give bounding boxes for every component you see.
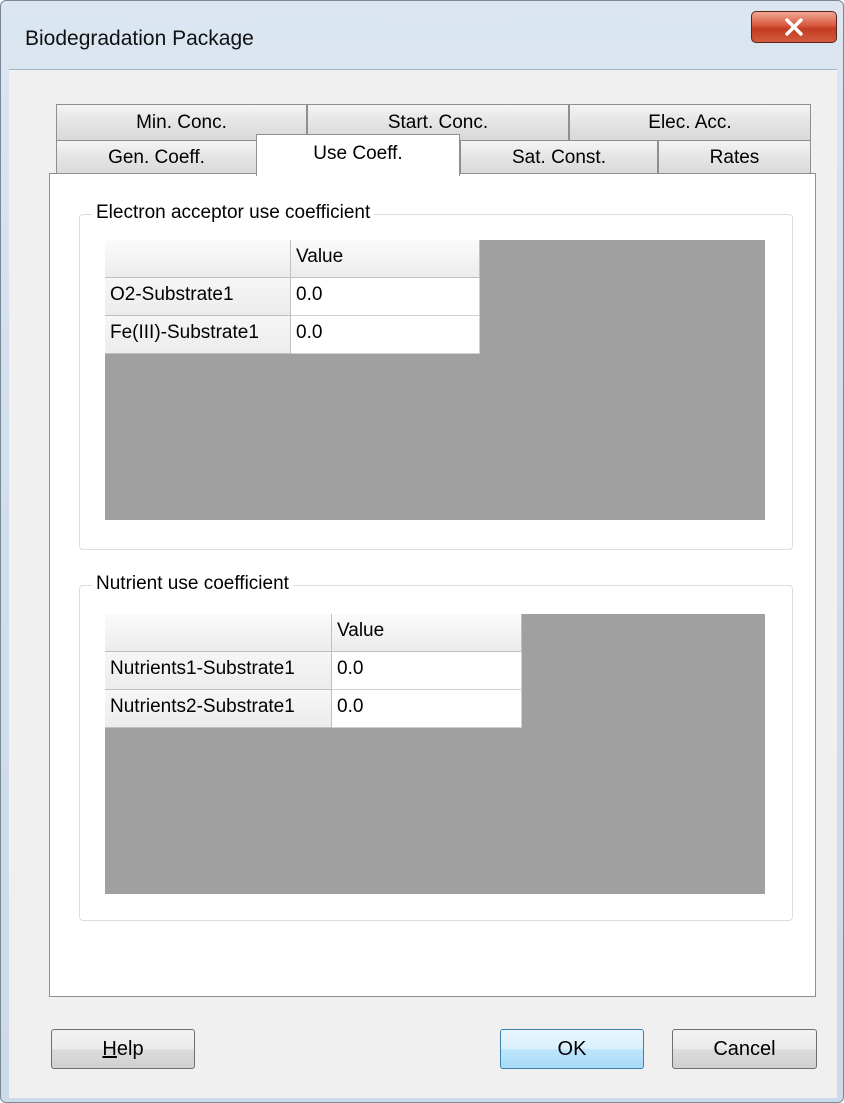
value-cell-nutrients2-substrate1[interactable]: 0.0 (332, 690, 522, 728)
row-header-nutrients2-substrate1[interactable]: Nutrients2-Substrate1 (105, 690, 332, 728)
tab-elec-acc[interactable]: Elec. Acc. (569, 104, 811, 140)
value-cell-nutrients1-substrate1[interactable]: 0.0 (332, 652, 522, 690)
row-header-o2-substrate1[interactable]: O2-Substrate1 (105, 278, 291, 316)
tab-use-coeff[interactable]: Use Coeff. (256, 134, 460, 176)
row-header-nutrients1-substrate1[interactable]: Nutrients1-Substrate1 (105, 652, 332, 690)
tab-gen-coeff[interactable]: Gen. Coeff. (56, 140, 257, 175)
window-title: Biodegradation Package (25, 27, 254, 50)
grid-corner-header (105, 240, 291, 278)
cancel-button[interactable]: Cancel (672, 1029, 817, 1069)
value-column-header[interactable]: Value (291, 240, 480, 278)
value-column-header[interactable]: Value (332, 614, 522, 652)
close-button[interactable] (751, 11, 837, 43)
help-button[interactable]: Help (51, 1029, 195, 1069)
value-cell-fe-substrate1[interactable]: 0.0 (291, 316, 480, 354)
nutrient-group-label: Nutrient use coefficient (92, 573, 293, 595)
row-header-fe-substrate1[interactable]: Fe(III)-Substrate1 (105, 316, 291, 354)
nutrient-grid: Value Nutrients1-Substrate1 0.0 Nutrient… (105, 614, 765, 894)
electron-acceptor-grid: Value O2-Substrate1 0.0 Fe(III)-Substrat… (105, 240, 765, 520)
ok-button[interactable]: OK (500, 1029, 644, 1069)
grid-corner-header (105, 614, 332, 652)
close-x-icon (785, 18, 803, 36)
dialog-window: Biodegradation Package Min. Conc. Start.… (0, 0, 844, 1103)
tab-panel-use-coeff: Electron acceptor use coefficient Value … (49, 173, 816, 997)
tab-rates[interactable]: Rates (658, 140, 811, 175)
electron-acceptor-group-label: Electron acceptor use coefficient (92, 202, 375, 224)
tab-sat-const[interactable]: Sat. Const. (460, 140, 658, 175)
value-cell-o2-substrate1[interactable]: 0.0 (291, 278, 480, 316)
